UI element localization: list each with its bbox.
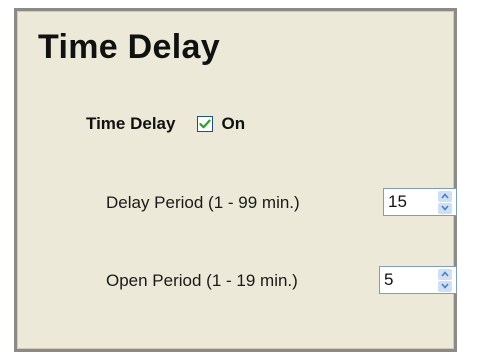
chevron-down-icon [441,283,449,289]
time-delay-label: Time Delay [86,114,176,133]
time-delay-row: Time Delay On [86,113,245,135]
open-period-spin-buttons [436,268,454,292]
delay-period-spinner[interactable]: 15 [383,188,457,216]
delay-period-label: Delay Period (1 - 99 min.) [106,193,300,212]
panel-title: Time Delay [38,28,220,66]
delay-period-value[interactable]: 15 [384,192,436,212]
delay-period-increment-button[interactable] [438,190,452,202]
open-period-value[interactable]: 5 [380,270,436,290]
check-icon [199,119,212,129]
chevron-down-icon [441,205,449,211]
chevron-up-icon [441,193,449,199]
time-delay-checkbox[interactable] [197,116,214,132]
open-period-increment-button[interactable] [438,268,452,280]
delay-period-spin-buttons [436,190,454,214]
delay-period-decrement-button[interactable] [438,202,452,214]
time-delay-state-label: On [221,114,246,133]
chevron-up-icon [441,271,449,277]
open-period-spinner[interactable]: 5 [379,266,457,294]
open-period-decrement-button[interactable] [438,280,452,292]
open-period-label: Open Period (1 - 19 min.) [106,271,298,290]
